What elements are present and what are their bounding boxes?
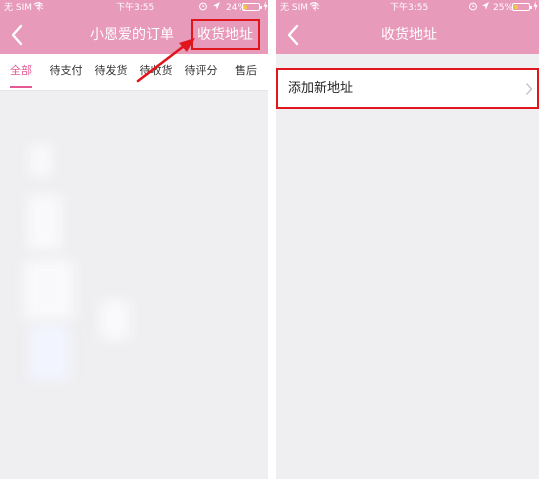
time-label: 下午3:55 (116, 3, 155, 13)
battery-icon (512, 3, 532, 11)
chevron-left-icon (11, 24, 23, 46)
nav-bar: 收货地址 (276, 16, 539, 54)
tab-after-sales[interactable]: 售后 (228, 54, 264, 88)
orders-screen: 无 SIM 卡 下午3:55 24% 小恩爱的订单 收货地址 全部 待支付 待发… (0, 0, 268, 479)
time-label: 下午3:55 (390, 3, 429, 13)
status-bar: 无 SIM 卡 下午3:55 25% (276, 0, 539, 16)
battery-icon (242, 3, 262, 11)
page-title: 收货地址 (381, 27, 437, 43)
tab-all[interactable]: 全部 (4, 54, 38, 88)
highlight-box-address-button (191, 19, 260, 50)
chevron-left-icon (287, 24, 299, 46)
wifi-icon (309, 1, 319, 14)
alarm-icon (198, 1, 208, 15)
status-bar: 无 SIM 卡 下午3:55 24% (0, 0, 268, 16)
charging-icon (533, 1, 538, 15)
tab-pending-payment[interactable]: 待支付 (44, 54, 88, 88)
tab-pending-review[interactable]: 待评分 (179, 54, 223, 88)
tab-pending-shipment[interactable]: 待发货 (89, 54, 133, 88)
location-arrow-icon (481, 1, 490, 15)
highlight-box-add-address (276, 68, 539, 109)
page-title: 小恩爱的订单 (90, 27, 174, 43)
tab-pending-receipt[interactable]: 待收货 (134, 54, 178, 88)
back-button[interactable] (8, 23, 28, 47)
battery-percent: 25% (493, 3, 514, 13)
active-tab-indicator (10, 86, 32, 88)
location-arrow-icon (212, 1, 221, 15)
back-button[interactable] (284, 23, 304, 47)
charging-icon (263, 1, 268, 15)
order-tabs: 全部 待支付 待发货 待收货 待评分 售后 (0, 54, 268, 91)
alarm-icon (468, 1, 478, 15)
wifi-icon (33, 1, 43, 14)
